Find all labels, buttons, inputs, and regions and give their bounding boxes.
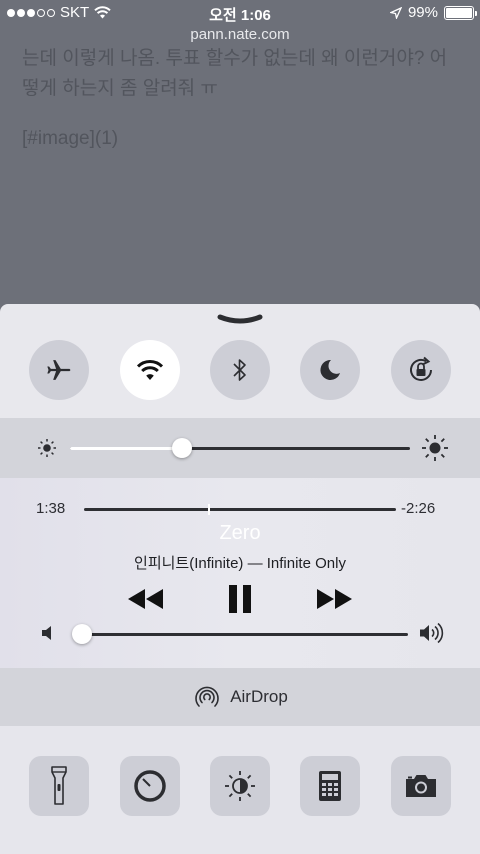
night-shift-icon xyxy=(224,771,255,801)
airplane-icon xyxy=(47,360,71,380)
fast-forward-icon xyxy=(317,589,352,609)
volume-low-icon xyxy=(42,626,51,640)
now-playing-panel: 1:38 -2:26 Zero 인피니트(Infinite) — Infinit… xyxy=(0,478,480,668)
wifi-toggle[interactable] xyxy=(119,340,180,400)
night-shift-button[interactable] xyxy=(209,756,270,816)
control-center: 1:38 -2:26 Zero 인피니트(Infinite) — Infinit… xyxy=(0,304,480,854)
bluetooth-toggle[interactable] xyxy=(209,340,270,400)
volume-slider-track[interactable] xyxy=(82,633,408,636)
next-track-button[interactable] xyxy=(312,584,356,614)
airdrop-button[interactable]: AirDrop xyxy=(0,668,480,726)
do-not-disturb-toggle[interactable] xyxy=(300,340,361,400)
playback-scrubber-track[interactable] xyxy=(84,508,396,511)
pause-icon xyxy=(229,585,251,613)
dismiss-handle-icon[interactable] xyxy=(217,314,263,328)
wifi-icon xyxy=(136,359,163,380)
previous-track-button[interactable] xyxy=(124,584,168,614)
airdrop-label: AirDrop xyxy=(230,687,288,706)
camera-button[interactable] xyxy=(390,756,451,816)
airplane-mode-toggle[interactable] xyxy=(29,340,90,400)
timer-button[interactable] xyxy=(119,756,180,816)
brightness-slider-fill xyxy=(70,447,183,450)
brightness-row xyxy=(0,418,480,478)
artist-album: 인피니트(Infinite) — Infinite Only xyxy=(134,555,346,572)
battery-percent: 99% xyxy=(407,4,438,21)
calculator-icon xyxy=(319,771,342,801)
brightness-low-icon xyxy=(38,439,56,457)
airdrop-icon xyxy=(195,686,219,707)
toggle-row xyxy=(0,340,480,400)
elapsed-time: 1:38 xyxy=(36,500,66,517)
volume-slider-knob[interactable] xyxy=(72,624,92,644)
playback-scrubber-position[interactable] xyxy=(207,504,210,515)
bluetooth-icon xyxy=(233,359,246,381)
song-title: Zero xyxy=(219,522,261,544)
rotation-lock-icon xyxy=(409,356,432,381)
brightness-slider-knob[interactable] xyxy=(172,438,193,458)
rotation-lock-toggle[interactable] xyxy=(390,340,451,400)
brightness-high-icon xyxy=(422,435,448,461)
status-bar: SKT 오전 1:06 99% xyxy=(0,0,480,26)
location-arrow-icon xyxy=(389,6,402,19)
camera-icon xyxy=(405,775,436,797)
content-text: 는데 이렇게 나옴. 투표 할수가 없는데 왜 이런거야? 어떻게 하는지 좀 … xyxy=(22,48,448,99)
battery-icon xyxy=(444,5,477,20)
calculator-button[interactable] xyxy=(300,756,361,816)
quick-apps-row xyxy=(0,756,480,816)
moon-icon xyxy=(320,359,341,380)
flashlight-button[interactable] xyxy=(29,756,90,816)
flashlight-icon xyxy=(51,766,67,805)
volume-high-icon xyxy=(420,622,444,644)
image-placeholder-text: [#image](1) xyxy=(22,128,119,149)
page-content: 는데 이렇게 나옴. 투표 할수가 없는데 왜 이런거야? 어떻게 하는지 좀 … xyxy=(22,44,462,162)
rewind-icon xyxy=(128,589,163,609)
pause-button[interactable] xyxy=(222,582,258,616)
browser-url[interactable]: pann.nate.com xyxy=(0,26,480,43)
status-right: 99% xyxy=(389,4,477,21)
timer-icon xyxy=(133,770,166,802)
remaining-time: -2:26 xyxy=(401,500,436,517)
